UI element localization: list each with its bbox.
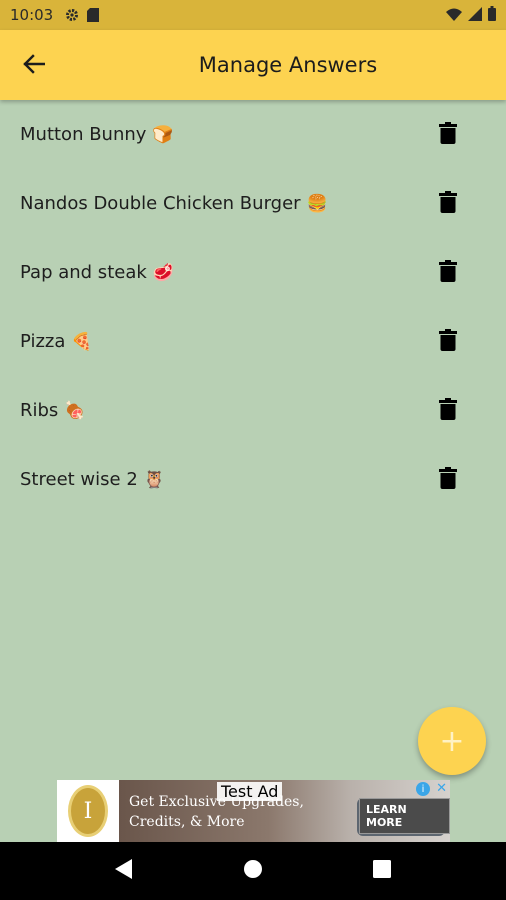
answer-row[interactable]: Nandos Double Chicken Burger 🍔: [0, 169, 506, 238]
test-ad-badge: Test Ad: [217, 782, 283, 801]
answer-label: Nandos Double Chicken Burger 🍔: [20, 193, 328, 214]
trash-icon: [439, 466, 457, 493]
home-circle-icon: [243, 859, 263, 883]
back-button[interactable]: [18, 50, 50, 82]
answer-label: Pizza 🍕: [20, 331, 93, 352]
status-time: 10:03: [10, 6, 54, 24]
ad-logo-coin-icon: I: [68, 785, 108, 837]
trash-icon: [439, 190, 457, 217]
learn-more-button[interactable]: LEARN MORE: [359, 798, 450, 834]
add-answer-button[interactable]: +: [418, 707, 486, 775]
recents-square-icon: [372, 860, 391, 882]
sd-card-icon: [87, 8, 100, 22]
answer-row[interactable]: Ribs 🍖: [0, 376, 506, 445]
answer-emoji: 🍖: [64, 400, 86, 421]
answer-text: Nandos Double Chicken Burger: [20, 193, 301, 214]
answer-text: Pap and steak: [20, 262, 147, 283]
page-title: Manage Answers: [198, 53, 378, 77]
answer-text: Ribs: [20, 400, 59, 421]
answer-emoji: 🦉: [143, 469, 165, 490]
ad-close-icon[interactable]: ✕: [436, 781, 447, 796]
status-bar: 10:03: [0, 0, 506, 30]
trash-icon: [439, 259, 457, 286]
answer-emoji: 🍔: [306, 193, 328, 214]
answer-text: Pizza: [20, 331, 66, 352]
delete-answer-button[interactable]: [436, 121, 460, 148]
answer-row[interactable]: Pizza 🍕: [0, 307, 506, 376]
answers-list: Mutton Bunny 🍞 Nandos Double Chicken Burge…: [0, 100, 506, 514]
trash-icon: [439, 121, 457, 148]
back-triangle-icon: [115, 859, 133, 883]
signal-icon: [468, 6, 482, 25]
delete-answer-button[interactable]: [436, 190, 460, 217]
settings-gear-icon: [65, 8, 79, 22]
delete-answer-button[interactable]: [436, 466, 460, 493]
answer-row[interactable]: Mutton Bunny 🍞: [0, 100, 506, 169]
delete-answer-button[interactable]: [436, 259, 460, 286]
battery-icon: [488, 5, 496, 25]
arrow-back-icon: [23, 54, 46, 78]
answer-text: Street wise 2: [20, 469, 138, 490]
answer-row[interactable]: Pap and steak 🥩: [0, 238, 506, 307]
answer-emoji: 🍕: [71, 331, 93, 352]
ad-info-icon[interactable]: i: [416, 782, 430, 796]
system-nav-bar: [0, 842, 506, 900]
nav-recents-button[interactable]: [362, 851, 402, 891]
app-bar: Manage Answers: [0, 30, 506, 100]
ad-banner[interactable]: I Get Exclusive Upgrades, Credits, & Mor…: [57, 780, 450, 842]
answer-emoji: 🥩: [152, 262, 174, 283]
answer-label: Ribs 🍖: [20, 400, 85, 421]
answer-emoji: 🍞: [152, 124, 174, 145]
delete-answer-button[interactable]: [436, 328, 460, 355]
wifi-icon: [446, 6, 462, 25]
add-icon: +: [439, 723, 465, 759]
delete-answer-button[interactable]: [436, 397, 460, 424]
nav-home-button[interactable]: [233, 851, 273, 891]
trash-icon: [439, 397, 457, 424]
answer-text: Mutton Bunny: [20, 124, 147, 145]
answer-label: Mutton Bunny 🍞: [20, 124, 174, 145]
nav-back-button[interactable]: [104, 851, 144, 891]
answer-label: Pap and steak 🥩: [20, 262, 174, 283]
trash-icon: [439, 328, 457, 355]
ad-subline: Credits, & More: [129, 814, 245, 830]
answer-row[interactable]: Street wise 2 🦉: [0, 445, 506, 514]
ad-logo: I: [57, 780, 119, 842]
answer-label: Street wise 2 🦉: [20, 469, 165, 490]
